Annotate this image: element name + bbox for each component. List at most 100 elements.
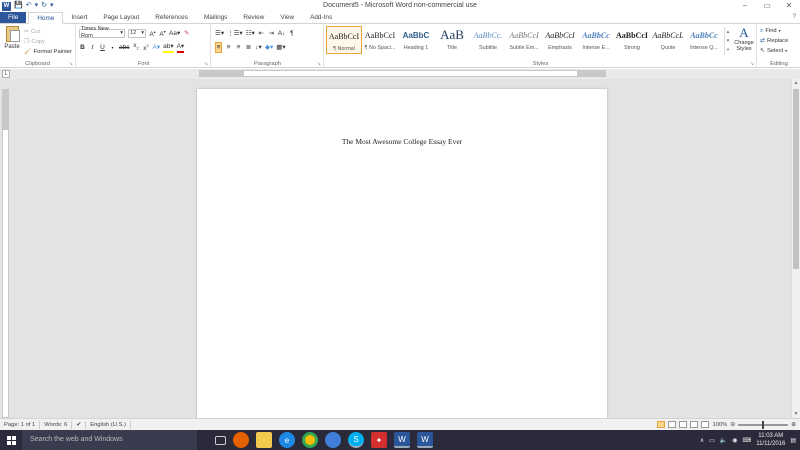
close-button[interactable]: ✕ <box>778 0 800 12</box>
clear-formatting-icon[interactable]: ✎ <box>183 29 190 38</box>
document-page[interactable]: The Most Awesome College Essay Ever <box>197 89 607 419</box>
justify-button[interactable]: ≣ <box>245 43 252 52</box>
show-hide-icon[interactable]: ¶ <box>288 29 295 38</box>
numbering-icon[interactable]: ⋮☰▾ <box>227 29 243 38</box>
redo-icon[interactable]: ↻ <box>41 1 47 11</box>
style-strong[interactable]: AaBbCcI Strong <box>614 26 650 54</box>
tab-home[interactable]: Home <box>28 12 64 24</box>
full-screen-reading-button[interactable] <box>668 421 677 428</box>
style-normal[interactable]: AaBbCcI ¶ Normal <box>326 26 362 54</box>
start-button[interactable] <box>0 430 22 450</box>
word-taskbar-icon-2[interactable]: W <box>417 432 433 448</box>
font-launcher-icon[interactable]: ↘ <box>204 61 208 67</box>
cut-button[interactable]: ✂ Cut <box>24 27 72 37</box>
line-spacing-icon[interactable]: ↕▾ <box>255 43 262 52</box>
decrease-indent-icon[interactable]: ⇤ <box>258 29 265 38</box>
underline-dropdown-icon[interactable]: ▾ <box>109 43 116 52</box>
more-styles-icon[interactable]: ▾ <box>725 45 731 54</box>
tab-add-ins[interactable]: Add-Ins <box>302 12 340 23</box>
bullets-icon[interactable]: ☰▾ <box>215 29 224 38</box>
multilevel-list-icon[interactable]: ☷▾ <box>246 29 255 38</box>
draft-button[interactable] <box>701 421 710 428</box>
undo-icon[interactable]: ↶ <box>26 1 32 11</box>
align-center-button[interactable]: ≡ <box>225 43 232 52</box>
copy-button[interactable]: ❐ Copy <box>24 37 72 47</box>
dropdown-icon[interactable]: ▾ <box>35 1 39 11</box>
font-size-select[interactable]: 12 ▾ <box>128 28 146 38</box>
highlight-icon[interactable]: ab▾ <box>163 42 174 53</box>
proofing-icon[interactable]: ✔ <box>72 420 87 429</box>
word-taskbar-icon[interactable]: W <box>394 432 410 448</box>
change-styles-button[interactable]: A Change Styles <box>732 26 756 53</box>
network-icon[interactable]: ◉ <box>732 437 737 444</box>
styles-launcher-icon[interactable]: ↘ <box>750 61 754 67</box>
print-layout-button[interactable] <box>657 421 666 428</box>
style-quote[interactable]: AaBbCcL Quote <box>650 26 686 54</box>
style-intense-emphasis[interactable]: AaBbCc Intense E... <box>578 26 614 54</box>
acrobat-icon[interactable]: ✦ <box>371 432 387 448</box>
tab-mailings[interactable]: Mailings <box>196 12 235 23</box>
customize-qat-icon[interactable]: ▾ <box>50 1 54 11</box>
scroll-thumb[interactable] <box>793 89 799 269</box>
vertical-ruler[interactable] <box>2 89 9 418</box>
chevron-down-icon[interactable]: ▼ <box>725 36 731 45</box>
tab-file[interactable]: File <box>0 12 27 23</box>
bold-button[interactable]: B <box>79 43 86 52</box>
battery-icon[interactable]: ▭ <box>709 437 715 444</box>
skype-icon[interactable]: S <box>348 432 364 448</box>
tab-review[interactable]: Review <box>235 12 272 23</box>
align-left-button[interactable]: ≡ <box>215 41 222 53</box>
scroll-up-icon[interactable]: ▲ <box>792 79 800 87</box>
shrink-font-icon[interactable]: A▾ <box>159 27 166 39</box>
web-layout-button[interactable] <box>679 421 688 428</box>
edge-icon[interactable]: e <box>279 432 295 448</box>
replace-button[interactable]: ⇄ Replace <box>760 36 788 46</box>
subscript-button[interactable]: x2 <box>132 41 139 52</box>
zoom-out-icon[interactable]: ⊖ <box>730 422 735 428</box>
vertical-scrollbar[interactable]: ▲ ▼ <box>791 79 800 418</box>
style-title[interactable]: AaB Title <box>434 26 470 54</box>
style-emphasis[interactable]: AaBbCcI Emphasis <box>542 26 578 54</box>
minimize-button[interactable]: – <box>734 0 756 12</box>
tab-references[interactable]: References <box>147 12 196 23</box>
app-icon[interactable] <box>325 432 341 448</box>
find-button[interactable]: ⌕ Find ▾ <box>760 26 788 36</box>
chevron-up-icon[interactable]: ▲ <box>725 27 731 36</box>
action-center-icon[interactable]: ▤ <box>790 437 796 444</box>
font-name-select[interactable]: Times New Rom ▾ <box>79 26 125 39</box>
tab-page-layout[interactable]: Page Layout <box>95 12 147 23</box>
tab-insert[interactable]: Insert <box>63 12 95 23</box>
paragraph-launcher-icon[interactable]: ↘ <box>317 61 321 67</box>
volume-icon[interactable]: 🔈 <box>720 437 727 444</box>
restore-button[interactable]: ▭ <box>756 0 778 12</box>
sort-icon[interactable]: A↓ <box>278 29 286 38</box>
style-subtitle[interactable]: AaBbCc. Subtitle <box>470 26 506 54</box>
font-color-icon[interactable]: A▾ <box>176 42 185 53</box>
document-title-text[interactable]: The Most Awesome College Essay Ever <box>197 137 607 146</box>
increase-indent-icon[interactable]: ⇥ <box>268 29 275 38</box>
taskbar-search[interactable]: Search the web and Windows <box>22 430 197 450</box>
tray-expand-icon[interactable]: ∧ <box>700 437 704 444</box>
task-view-icon[interactable] <box>215 435 226 445</box>
paste-button[interactable]: Paste <box>3 26 21 50</box>
style-heading-1[interactable]: AaBbC Heading 1 <box>398 26 434 54</box>
strikethrough-button[interactable]: abc <box>119 43 129 52</box>
scroll-down-icon[interactable]: ▼ <box>792 410 800 418</box>
superscript-button[interactable]: x2 <box>142 41 149 53</box>
styles-scroll[interactable]: ▲ ▼ ▾ <box>724 27 731 55</box>
tab-view[interactable]: View <box>272 12 302 23</box>
align-right-button[interactable]: ≡ <box>235 43 242 52</box>
text-effects-icon[interactable]: A▾ <box>152 43 160 52</box>
word-count[interactable]: Words: 6 <box>40 420 73 429</box>
file-explorer-icon[interactable] <box>256 432 272 448</box>
save-icon[interactable]: 💾 <box>14 1 23 11</box>
chrome-icon[interactable] <box>302 432 318 448</box>
style-intense-quote[interactable]: AaBbCc Intense Q... <box>686 26 722 54</box>
taskbar-clock[interactable]: 11:03 AM 11/11/2016 <box>756 432 785 448</box>
zoom-in-icon[interactable]: ⊕ <box>791 422 796 428</box>
outline-button[interactable] <box>690 421 699 428</box>
borders-icon[interactable]: ▦▾ <box>276 43 285 52</box>
keyboard-icon[interactable]: ⌨ <box>743 437 752 444</box>
underline-button[interactable]: U <box>99 43 106 52</box>
page-count[interactable]: Page: 1 of 1 <box>0 420 41 429</box>
